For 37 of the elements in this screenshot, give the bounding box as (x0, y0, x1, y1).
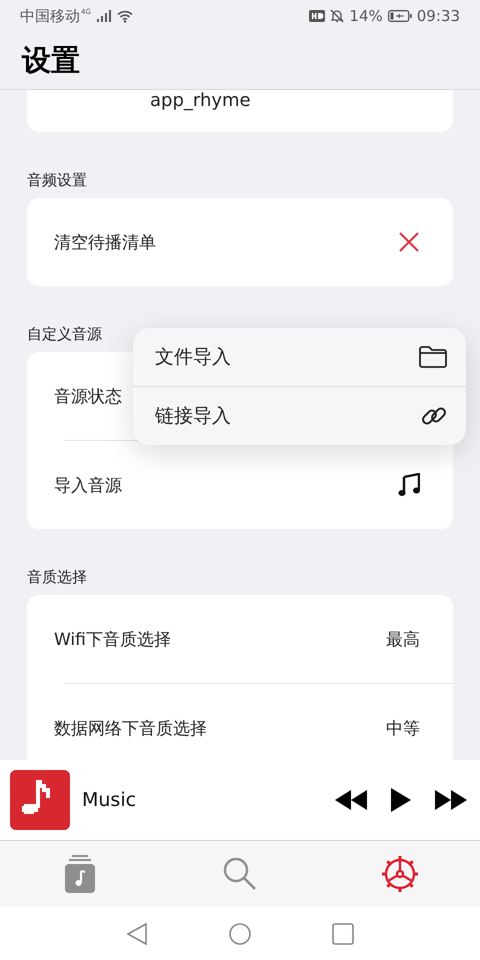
setting-value: app_rhyme (150, 90, 251, 112)
folder-icon (418, 345, 448, 369)
play-icon[interactable] (390, 787, 412, 813)
menu-item[interactable]: 链接导入 (133, 387, 466, 445)
setting-label: 音源状态 (54, 386, 123, 408)
battery-percent: 14% (349, 7, 383, 25)
rewind-icon[interactable] (334, 789, 368, 811)
page-title: 设置 (22, 42, 80, 78)
battery-icon (388, 10, 412, 22)
setting-value[interactable]: 中等 (386, 716, 420, 740)
wifi-icon (116, 10, 133, 22)
setting-label: 数据网络下音质选择 (54, 718, 208, 740)
hd-icon (309, 10, 326, 22)
section-title: 音频设置 (27, 170, 88, 190)
fast-forward-icon[interactable] (434, 789, 468, 811)
setting-value[interactable]: 最高 (386, 628, 420, 650)
clock: 09:33 (416, 7, 460, 25)
settings-icon (381, 855, 419, 893)
back-icon[interactable] (126, 922, 148, 946)
album-art-icon (10, 770, 70, 830)
track-title: Music (82, 789, 136, 811)
recents-icon[interactable] (332, 922, 354, 944)
setting-label: 导入音源 (54, 474, 123, 496)
setting-label: Wifi下音质选择 (54, 628, 172, 650)
section-title: 自定义音源 (27, 324, 103, 344)
mini-player[interactable]: Music (0, 760, 480, 841)
search-icon (223, 857, 257, 891)
carrier-name: 中国移动 (20, 6, 80, 26)
menu-item[interactable]: 文件导入 (133, 328, 466, 386)
home-icon[interactable] (228, 922, 252, 946)
close-icon[interactable] (398, 231, 420, 253)
music-note-icon[interactable] (398, 473, 420, 497)
section-title: 音质选择 (27, 567, 88, 587)
bell-muted-icon (330, 9, 344, 23)
music-library-icon (64, 854, 96, 894)
signal-icon (96, 10, 112, 22)
setting-label: 清空待播清单 (54, 232, 157, 254)
